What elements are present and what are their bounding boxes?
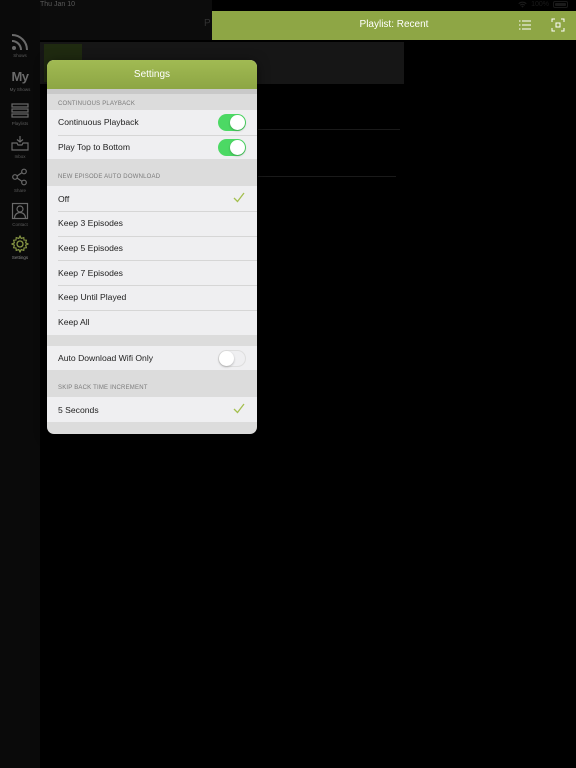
my-shows-icon: My xyxy=(10,66,30,86)
toggle-knob xyxy=(219,350,234,366)
sidebar-item-label: Shows xyxy=(13,53,27,58)
playlist-icon xyxy=(10,100,30,120)
row-label: Play Top to Bottom xyxy=(58,142,130,153)
checkmark-icon xyxy=(233,192,245,203)
skip-back-option-5-seconds[interactable]: 5 Seconds xyxy=(47,397,257,422)
play-top-to-bottom-row: Play Top to Bottom xyxy=(47,134,257,160)
auto-download-option-keep-until-played[interactable]: Keep Until Played xyxy=(47,285,257,310)
toggle-knob xyxy=(230,139,245,155)
my-shows-text: My xyxy=(11,68,29,84)
option-label: 5 Seconds xyxy=(58,404,99,415)
play-top-to-bottom-toggle[interactable] xyxy=(218,138,246,156)
contact-icon xyxy=(10,201,30,221)
auto-download-wifi-only-row: Auto Download Wifi Only xyxy=(47,345,257,371)
sidebar-item-share[interactable]: Share xyxy=(0,167,40,199)
playlist-header: Playlist: Recent xyxy=(212,11,576,40)
app-screen: Thu Jan 10 100% Shows My My Shows Playli… xyxy=(0,0,576,768)
background-divider xyxy=(258,129,400,130)
background-divider xyxy=(258,176,396,177)
sidebar: Shows My My Shows Playlists Inbox Share xyxy=(0,0,40,768)
checkmark-icon xyxy=(233,403,245,414)
settings-popover: Settings CONTINUOUS PLAYBACK Continuous … xyxy=(47,60,257,434)
sidebar-item-settings[interactable]: Settings xyxy=(0,234,40,266)
section-header-skip-back: SKIP BACK TIME INCREMENT xyxy=(58,385,148,392)
sidebar-item-playlists[interactable]: Playlists xyxy=(0,100,40,132)
option-label: Keep 3 Episodes xyxy=(58,218,123,229)
gear-icon xyxy=(10,234,30,254)
option-label: Keep All xyxy=(58,317,90,328)
sidebar-item-my-shows[interactable]: My My Shows xyxy=(0,66,40,98)
auto-download-option-keep-3[interactable]: Keep 3 Episodes xyxy=(47,211,257,236)
sidebar-item-label: Settings xyxy=(11,255,29,260)
list-edit-icon[interactable] xyxy=(518,19,532,31)
option-label: Keep 7 Episodes xyxy=(58,267,123,278)
wifi-icon xyxy=(518,1,527,8)
option-label: Off xyxy=(58,193,70,204)
share-icon xyxy=(10,167,30,187)
settings-title: Settings xyxy=(47,60,257,89)
sidebar-item-shows[interactable]: Shows xyxy=(0,32,40,64)
section-header-continuous-playback: CONTINUOUS PLAYBACK xyxy=(58,101,136,107)
sidebar-item-label: My Shows xyxy=(9,87,31,92)
section-header-auto-download: NEW EPISODE AUTO DOWNLOAD xyxy=(58,174,161,181)
row-label: Auto Download Wifi Only xyxy=(58,352,154,363)
option-label: Keep 5 Episodes xyxy=(58,243,123,254)
sidebar-item-label: Playlists xyxy=(11,121,29,126)
continuous-playback-toggle[interactable] xyxy=(218,114,246,131)
auto-download-option-keep-all[interactable]: Keep All xyxy=(47,309,257,335)
sidebar-item-inbox[interactable]: Inbox xyxy=(0,133,40,165)
toggle-knob xyxy=(230,115,245,130)
auto-download-option-off[interactable]: Off xyxy=(47,186,257,212)
battery-percent: 100% xyxy=(531,1,549,8)
auto-download-wifi-only-toggle[interactable] xyxy=(218,349,246,367)
continuous-playback-row: Continuous Playback xyxy=(47,110,257,135)
sidebar-item-label: Contact xyxy=(12,222,28,227)
status-bar: Thu Jan 10 100% xyxy=(0,0,576,11)
battery-icon xyxy=(553,1,568,8)
sidebar-item-label: Inbox xyxy=(14,154,26,159)
auto-download-option-keep-5[interactable]: Keep 5 Episodes xyxy=(47,235,257,261)
sidebar-item-label: Share xyxy=(13,188,26,193)
auto-download-option-keep-7[interactable]: Keep 7 Episodes xyxy=(47,260,257,286)
playlist-options-icon[interactable] xyxy=(551,18,565,32)
status-time: Thu Jan 10 xyxy=(40,1,76,8)
inbox-icon xyxy=(10,133,30,153)
option-label: Keep Until Played xyxy=(58,292,127,303)
background-panel-letter: P xyxy=(204,18,211,29)
sidebar-item-contact[interactable]: Contact xyxy=(0,201,40,233)
status-indicators: 100% xyxy=(518,1,568,8)
rss-icon xyxy=(10,32,30,52)
row-label: Continuous Playback xyxy=(58,117,139,128)
